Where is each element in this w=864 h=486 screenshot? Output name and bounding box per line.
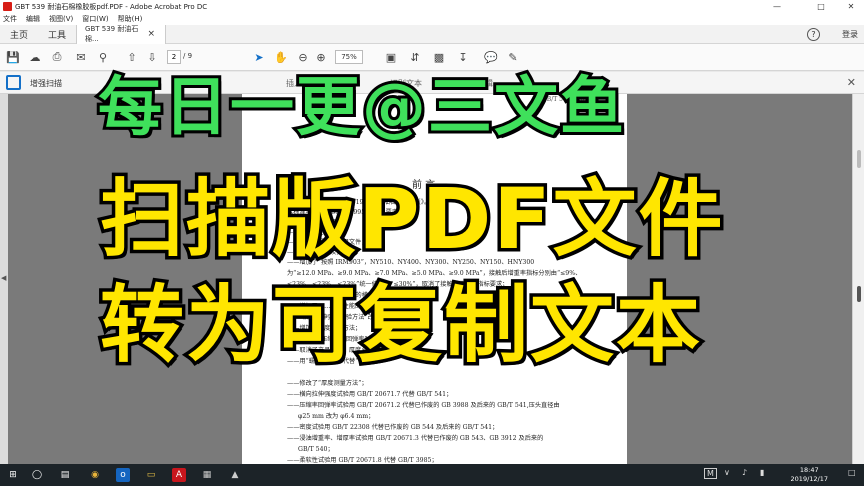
tab-home[interactable]: 主页 — [0, 25, 38, 44]
overlay-caption-line3: 转为可复制文本 — [96, 276, 703, 374]
fit-page-icon[interactable]: ▣ — [384, 50, 398, 64]
zoom-out-icon[interactable]: ⊖ — [296, 50, 310, 64]
full-screen-icon[interactable]: ▩ — [432, 50, 446, 64]
vertical-scrollbar[interactable] — [852, 94, 864, 464]
battery-icon[interactable]: ▮ — [760, 468, 764, 477]
left-nav-panel[interactable]: ◀ — [0, 94, 8, 464]
app-icon[interactable]: ▲ — [228, 468, 242, 482]
page-total: / 9 — [183, 52, 193, 60]
doc-line: ——横向拉伸强度试验用 GB/T 20671.7 代替 GB/T 541； — [287, 391, 453, 398]
window-title: GBT 539 耐油石棉橡胶板pdf.PDF - Adobe Acrobat P… — [15, 2, 208, 11]
email-icon[interactable]: ✉ — [74, 50, 88, 64]
acrobat-app-icon — [3, 2, 12, 11]
page-number-input[interactable]: 2 — [167, 50, 181, 64]
scroll-thumb[interactable] — [857, 286, 861, 302]
close-window-button[interactable]: ✕ — [838, 0, 864, 13]
tab-tools[interactable]: 工具 — [38, 25, 76, 44]
cloud-upload-icon[interactable]: ☁ — [28, 50, 42, 64]
outlook-icon[interactable]: o — [116, 468, 130, 482]
tab-document-label: GBT 539 耐油石棉... — [85, 25, 139, 43]
minimize-button[interactable]: — — [764, 0, 790, 13]
tab-document[interactable]: GBT 539 耐油石棉... × — [76, 24, 167, 44]
page-down-icon[interactable]: ⇩ — [145, 50, 159, 64]
doc-line: GB/T 540； — [298, 446, 334, 453]
doc-line: ——柔软性试验用 GB/T 20671.8 代替 GB/T 3985； — [287, 457, 438, 464]
ime-indicator[interactable]: M — [704, 468, 717, 479]
page-up-icon[interactable]: ⇧ — [125, 50, 139, 64]
doc-line: ——压缩率回弹率试验用 GB/T 20671.2 代替已作废的 GB 3988 … — [287, 402, 560, 409]
clock-time: 18:47 — [799, 466, 819, 474]
taskbar: ⊞ ◯ ▤ ◉ o ▭ A ▦ ▲ M ∨ ♪ ▮ 18:47 2019/12/… — [0, 464, 864, 486]
acrobat-taskbar-icon[interactable]: A — [172, 468, 186, 482]
close-toolbar-icon[interactable]: ✕ — [847, 76, 856, 89]
title-bar: GBT 539 耐油石棉橡胶板pdf.PDF - Adobe Acrobat P… — [0, 0, 864, 13]
scroll-indicator — [857, 150, 861, 168]
hand-tool-icon[interactable]: ✋ — [274, 50, 288, 64]
overlay-caption-line1: 每日一更@三文鱼 — [95, 71, 627, 145]
doc-line: ——修改了“厚度测量方法”； — [287, 380, 368, 387]
zoom-in-icon[interactable]: ⊕ — [314, 50, 328, 64]
menu-edit[interactable]: 编辑 — [26, 14, 40, 24]
screen: GBT 539 耐油石棉橡胶板pdf.PDF - Adobe Acrobat P… — [0, 0, 864, 486]
menu-view[interactable]: 视图(V) — [49, 14, 73, 24]
clock-date: 2019/12/17 — [790, 475, 828, 483]
page-view-icon[interactable]: ↧ — [456, 50, 470, 64]
search-taskbar-icon[interactable]: ◯ — [30, 468, 44, 482]
maximize-button[interactable]: □ — [808, 0, 834, 13]
tab-bar: 主页 工具 GBT 539 耐油石棉... × ? 登录 — [0, 24, 864, 44]
network-icon[interactable]: ∨ — [724, 468, 730, 477]
main-toolbar: 💾 ☁ ⎙ ✉ ⚲ ⇧ ⇩ 2 / 9 ➤ ✋ ⊖ ⊕ 75% ▣ ⇵ ▩ ↧ … — [0, 44, 864, 71]
login-button[interactable]: 登录 — [842, 25, 858, 44]
zoom-level-select[interactable]: 75% — [335, 50, 363, 64]
search-icon[interactable]: ⚲ — [96, 50, 110, 64]
notification-icon[interactable]: □ — [848, 468, 856, 477]
scroll-mode-icon[interactable]: ⇵ — [408, 50, 422, 64]
tab-close-icon[interactable]: × — [147, 29, 155, 39]
comment-icon[interactable]: 💬 — [484, 50, 498, 64]
doc-line: ——浸油增重率、增厚率试验用 GB/T 20671.3 代替已作废的 GB 54… — [287, 435, 544, 442]
expand-panel-icon[interactable]: ◀ — [1, 274, 6, 282]
overlay-caption-line2: 扫描版PDF文件 — [97, 170, 727, 268]
pen-icon[interactable]: ✎ — [506, 50, 520, 64]
help-icon[interactable]: ? — [807, 28, 820, 41]
file-explorer-icon[interactable]: ▭ — [144, 468, 158, 482]
volume-icon[interactable]: ♪ — [742, 468, 747, 477]
enhance-scan-icon — [6, 75, 21, 90]
menu-file[interactable]: 文件 — [3, 14, 17, 24]
system-clock[interactable]: 18:47 2019/12/17 — [791, 466, 828, 484]
save-icon[interactable]: 💾 — [6, 50, 20, 64]
enhance-scan-label[interactable]: 增强扫描 — [30, 78, 62, 89]
select-cursor-icon[interactable]: ➤ — [252, 50, 266, 64]
print-icon[interactable]: ⎙ — [50, 50, 64, 64]
notes-icon[interactable]: ▦ — [200, 468, 214, 482]
doc-line: ——密度试验用 GB/T 22308 代替已作废的 GB 544 及后来的 GB… — [287, 424, 499, 431]
chrome-icon[interactable]: ◉ — [88, 468, 102, 482]
doc-line: φ25 mm 改为 φ6.4 mm； — [298, 413, 375, 420]
windows-start-icon[interactable]: ⊞ — [6, 468, 20, 482]
task-view-icon[interactable]: ▤ — [58, 468, 72, 482]
menu-help[interactable]: 帮助(H) — [118, 14, 143, 24]
menu-window[interactable]: 窗口(W) — [82, 14, 108, 24]
